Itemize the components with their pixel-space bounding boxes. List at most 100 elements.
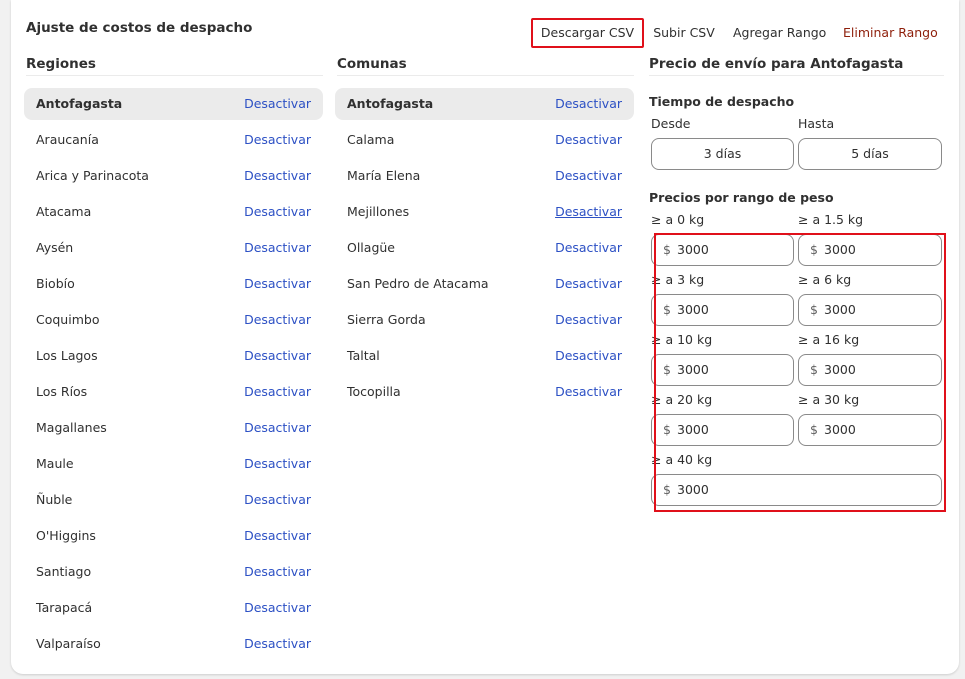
region-name: Arica y Parinacota xyxy=(36,168,149,183)
commune-row[interactable]: María Elena Desactivar xyxy=(335,160,634,192)
download-csv-button[interactable]: Descargar CSV xyxy=(531,18,644,48)
weight-range-label: ≥ a 6 kg xyxy=(798,272,852,287)
price-value: 3000 xyxy=(677,242,709,257)
region-row[interactable]: Santiago Desactivar xyxy=(24,556,323,588)
deactivate-link[interactable]: Desactivar xyxy=(555,96,622,111)
region-name: Tarapacá xyxy=(36,600,93,615)
upload-csv-button[interactable]: Subir CSV xyxy=(653,18,715,48)
shipping-heading: Precio de envío para Antofagasta xyxy=(649,56,944,76)
region-row[interactable]: O'Higgins Desactivar xyxy=(24,520,323,552)
price-value: 3000 xyxy=(824,302,856,317)
region-name: O'Higgins xyxy=(36,528,96,543)
delivery-time-title: Tiempo de despacho xyxy=(649,94,795,109)
deactivate-link[interactable]: Desactivar xyxy=(244,456,311,471)
deactivate-link[interactable]: Desactivar xyxy=(244,276,311,291)
price-value: 3000 xyxy=(824,242,856,257)
region-row[interactable]: Ñuble Desactivar xyxy=(24,484,323,516)
weight-price-field[interactable]: $3000 xyxy=(798,234,942,266)
region-row[interactable]: Maule Desactivar xyxy=(24,448,323,480)
currency-symbol: $ xyxy=(663,302,671,317)
weight-range-label: ≥ a 40 kg xyxy=(651,452,713,467)
deactivate-link[interactable]: Desactivar xyxy=(244,312,311,327)
commune-row[interactable]: Antofagasta Desactivar xyxy=(335,88,634,120)
region-row[interactable]: Valparaíso Desactivar xyxy=(24,628,323,660)
region-row[interactable]: Magallanes Desactivar xyxy=(24,412,323,444)
weight-prices-title: Precios por rango de peso xyxy=(649,190,834,205)
deactivate-link[interactable]: Desactivar xyxy=(555,348,622,363)
from-days-field[interactable]: 3 días xyxy=(651,138,794,170)
weight-range-label: ≥ a 16 kg xyxy=(798,332,860,347)
price-value: 3000 xyxy=(677,302,709,317)
weight-price-field[interactable]: $3000 xyxy=(651,414,794,446)
region-name: Aysén xyxy=(36,240,74,255)
region-name: Antofagasta xyxy=(36,96,123,111)
commune-row[interactable]: Sierra Gorda Desactivar xyxy=(335,304,634,336)
deactivate-link[interactable]: Desactivar xyxy=(555,276,622,291)
delete-range-button[interactable]: Eliminar Rango xyxy=(843,18,938,48)
weight-price-field[interactable]: $3000 xyxy=(798,354,942,386)
commune-row[interactable]: San Pedro de Atacama Desactivar xyxy=(335,268,634,300)
weight-price-field[interactable]: $3000 xyxy=(651,294,794,326)
region-name: Los Ríos xyxy=(36,384,88,399)
deactivate-link[interactable]: Desactivar xyxy=(555,312,622,327)
price-value: 3000 xyxy=(677,482,709,497)
deactivate-link[interactable]: Desactivar xyxy=(555,132,622,147)
deactivate-link[interactable]: Desactivar xyxy=(555,240,622,255)
weight-price-field[interactable]: $3000 xyxy=(798,414,942,446)
currency-symbol: $ xyxy=(663,242,671,257)
deactivate-link[interactable]: Desactivar xyxy=(244,240,311,255)
region-row[interactable]: Araucanía Desactivar xyxy=(24,124,323,156)
deactivate-link[interactable]: Desactivar xyxy=(244,636,311,651)
commune-name: María Elena xyxy=(347,168,421,183)
region-name: Atacama xyxy=(36,204,92,219)
region-row[interactable]: Tarapacá Desactivar xyxy=(24,592,323,624)
deactivate-link[interactable]: Desactivar xyxy=(244,132,311,147)
region-name: Valparaíso xyxy=(36,636,101,651)
deactivate-link[interactable]: Desactivar xyxy=(555,168,622,183)
commune-name: Ollagüe xyxy=(347,240,395,255)
region-row[interactable]: Arica y Parinacota Desactivar xyxy=(24,160,323,192)
from-label: Desde xyxy=(651,116,691,131)
commune-name: Tocopilla xyxy=(347,384,401,399)
currency-symbol: $ xyxy=(663,422,671,437)
region-name: Araucanía xyxy=(36,132,99,147)
region-row[interactable]: Antofagasta Desactivar xyxy=(24,88,323,120)
region-row[interactable]: Atacama Desactivar xyxy=(24,196,323,228)
region-row[interactable]: Los Lagos Desactivar xyxy=(24,340,323,372)
weight-price-field[interactable]: $3000 xyxy=(651,234,794,266)
weight-range-label: ≥ a 30 kg xyxy=(798,392,860,407)
weight-price-field[interactable]: $3000 xyxy=(798,294,942,326)
deactivate-link[interactable]: Desactivar xyxy=(244,528,311,543)
deactivate-link[interactable]: Desactivar xyxy=(244,420,311,435)
deactivate-link[interactable]: Desactivar xyxy=(555,204,622,219)
communes-heading: Comunas xyxy=(337,56,634,76)
currency-symbol: $ xyxy=(810,302,818,317)
region-name: Maule xyxy=(36,456,74,471)
deactivate-link[interactable]: Desactivar xyxy=(244,96,311,111)
weight-price-field[interactable]: $3000 xyxy=(651,354,794,386)
deactivate-link[interactable]: Desactivar xyxy=(244,384,311,399)
commune-row[interactable]: Tocopilla Desactivar xyxy=(335,376,634,408)
deactivate-link[interactable]: Desactivar xyxy=(244,564,311,579)
to-days-field[interactable]: 5 días xyxy=(798,138,942,170)
commune-row[interactable]: Ollagüe Desactivar xyxy=(335,232,634,264)
deactivate-link[interactable]: Desactivar xyxy=(244,204,311,219)
deactivate-link[interactable]: Desactivar xyxy=(244,348,311,363)
commune-name: Taltal xyxy=(347,348,380,363)
add-range-button[interactable]: Agregar Rango xyxy=(733,18,826,48)
commune-row[interactable]: Taltal Desactivar xyxy=(335,340,634,372)
weight-range-label: ≥ a 10 kg xyxy=(651,332,713,347)
region-row[interactable]: Aysén Desactivar xyxy=(24,232,323,264)
region-row[interactable]: Los Ríos Desactivar xyxy=(24,376,323,408)
currency-symbol: $ xyxy=(810,242,818,257)
deactivate-link[interactable]: Desactivar xyxy=(244,600,311,615)
deactivate-link[interactable]: Desactivar xyxy=(244,168,311,183)
region-row[interactable]: Coquimbo Desactivar xyxy=(24,304,323,336)
region-row[interactable]: Biobío Desactivar xyxy=(24,268,323,300)
weight-range-label: ≥ a 1.5 kg xyxy=(798,212,864,227)
commune-row[interactable]: Mejillones Desactivar xyxy=(335,196,634,228)
commune-row[interactable]: Calama Desactivar xyxy=(335,124,634,156)
deactivate-link[interactable]: Desactivar xyxy=(555,384,622,399)
weight-price-field[interactable]: $3000 xyxy=(651,474,942,506)
deactivate-link[interactable]: Desactivar xyxy=(244,492,311,507)
